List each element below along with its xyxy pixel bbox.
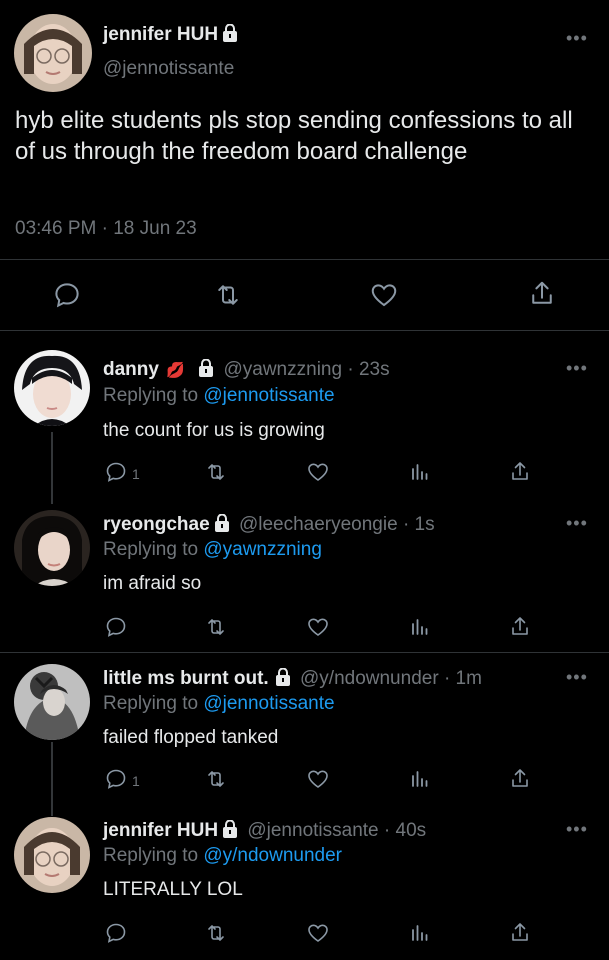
lock-icon <box>198 358 214 383</box>
replying-to-handle[interactable]: @jennotissante <box>203 385 334 406</box>
more-options-icon[interactable]: ••• <box>566 28 588 49</box>
handle[interactable]: @leechaeryeongie <box>239 514 398 535</box>
analytics-icon[interactable] <box>408 460 432 484</box>
replying-to-handle[interactable]: @jennotissante <box>203 693 334 714</box>
more-options-icon[interactable]: ••• <box>566 819 588 840</box>
reply-tweet: jennifer HUH @jennotissante · 40s ••• Re… <box>0 806 609 960</box>
divider <box>0 259 609 260</box>
lock-icon <box>275 667 291 692</box>
replying-to: Replying to @yawnzzning <box>103 539 322 561</box>
timestamp[interactable]: 03:46 PM · 18 Jun 23 <box>15 218 197 240</box>
divider <box>0 652 609 653</box>
handle[interactable]: @jennotissante <box>103 58 234 80</box>
like-icon[interactable] <box>306 460 330 484</box>
replying-to-label: Replying to <box>103 693 199 714</box>
author-row: jennifer HUH @jennotissante · 40s <box>103 819 427 844</box>
reply-tweet: danny 💋 @yawnzzning · 23s ••• Replying t… <box>0 345 609 495</box>
reply-tweet: ryeongchae @leechaeryeongie · 1s ••• Rep… <box>0 500 609 650</box>
tweet-text: hyb elite students pls stop sending conf… <box>15 107 573 165</box>
author-row: jennifer HUH <box>103 23 238 48</box>
main-tweet: jennifer HUH @jennotissante ••• hyb elit… <box>0 0 609 330</box>
reply-action-bar <box>0 615 609 643</box>
share-icon[interactable] <box>508 460 532 484</box>
replying-to-label: Replying to <box>103 385 199 406</box>
reply-button[interactable] <box>104 615 132 642</box>
reply-text: im afraid so <box>103 573 202 594</box>
display-name[interactable]: jennifer HUH <box>103 24 218 45</box>
replying-to-label: Replying to <box>103 845 199 866</box>
display-name[interactable]: jennifer HUH <box>103 820 218 841</box>
replying-to: Replying to @y/ndownunder <box>103 845 342 867</box>
display-name[interactable]: ryeongchae <box>103 514 210 535</box>
lock-icon <box>214 513 230 538</box>
author-row: danny 💋 @yawnzzning · 23s <box>103 358 390 383</box>
reply-icon <box>104 615 128 642</box>
more-options-icon[interactable]: ••• <box>566 513 588 534</box>
avatar[interactable] <box>14 14 92 92</box>
share-icon[interactable] <box>527 279 557 314</box>
reply-icon <box>104 767 128 794</box>
author-row: little ms burnt out. @y/ndownunder · 1m <box>103 667 482 692</box>
retweet-icon[interactable] <box>213 280 243 315</box>
more-options-icon[interactable]: ••• <box>566 358 588 379</box>
divider <box>0 330 609 331</box>
share-icon[interactable] <box>508 921 532 945</box>
display-name[interactable]: little ms burnt out. <box>103 668 269 689</box>
retweet-icon[interactable] <box>204 460 228 484</box>
relative-time: · 40s <box>383 820 427 841</box>
relative-time: · 1s <box>402 514 435 535</box>
reply-icon[interactable] <box>52 280 82 315</box>
share-icon[interactable] <box>508 615 532 639</box>
replying-to-handle[interactable]: @yawnzzning <box>203 539 322 560</box>
lock-icon <box>222 819 238 844</box>
like-icon[interactable] <box>369 280 399 315</box>
like-icon[interactable] <box>306 921 330 945</box>
reply-action-bar: 1 <box>0 460 609 488</box>
analytics-icon[interactable] <box>408 767 432 791</box>
replying-to-handle[interactable]: @y/ndownunder <box>203 845 342 866</box>
reply-icon <box>104 921 128 948</box>
reply-text: the count for us is growing <box>103 420 325 441</box>
avatar[interactable] <box>14 817 90 893</box>
lips-emoji: 💋 <box>166 362 185 379</box>
analytics-icon[interactable] <box>408 615 432 639</box>
retweet-icon[interactable] <box>204 767 228 791</box>
reply-button[interactable]: 1 <box>104 460 140 487</box>
like-icon[interactable] <box>306 615 330 639</box>
like-icon[interactable] <box>306 767 330 791</box>
reply-action-bar: 1 <box>0 767 609 795</box>
replying-to-label: Replying to <box>103 539 199 560</box>
reply-text: failed flopped tanked <box>103 727 279 748</box>
retweet-icon[interactable] <box>204 921 228 945</box>
avatar[interactable] <box>14 510 90 586</box>
replying-to: Replying to @jennotissante <box>103 693 335 715</box>
retweet-icon[interactable] <box>204 615 228 639</box>
reply-action-bar <box>0 921 609 949</box>
avatar[interactable] <box>14 664 90 740</box>
relative-time: · 1m <box>443 668 482 689</box>
share-icon[interactable] <box>508 767 532 791</box>
reply-button[interactable] <box>104 921 132 948</box>
reply-icon <box>104 460 128 487</box>
replying-to: Replying to @jennotissante <box>103 385 335 407</box>
handle[interactable]: @yawnzzning <box>223 359 342 380</box>
relative-time: · 23s <box>347 359 390 380</box>
handle[interactable]: @y/ndownunder <box>300 668 439 689</box>
reply-count: 1 <box>132 772 140 789</box>
author-row: ryeongchae @leechaeryeongie · 1s <box>103 513 435 538</box>
more-options-icon[interactable]: ••• <box>566 667 588 688</box>
display-name[interactable]: danny <box>103 359 159 380</box>
main-action-bar <box>0 278 609 312</box>
reply-text: LITERALLY LOL <box>103 879 243 900</box>
reply-tweet: little ms burnt out. @y/ndownunder · 1m … <box>0 654 609 804</box>
handle[interactable]: @jennotissante <box>247 820 378 841</box>
reply-button[interactable]: 1 <box>104 767 140 794</box>
analytics-icon[interactable] <box>408 921 432 945</box>
lock-icon <box>222 23 238 48</box>
avatar[interactable] <box>14 350 90 426</box>
reply-count: 1 <box>132 465 140 482</box>
